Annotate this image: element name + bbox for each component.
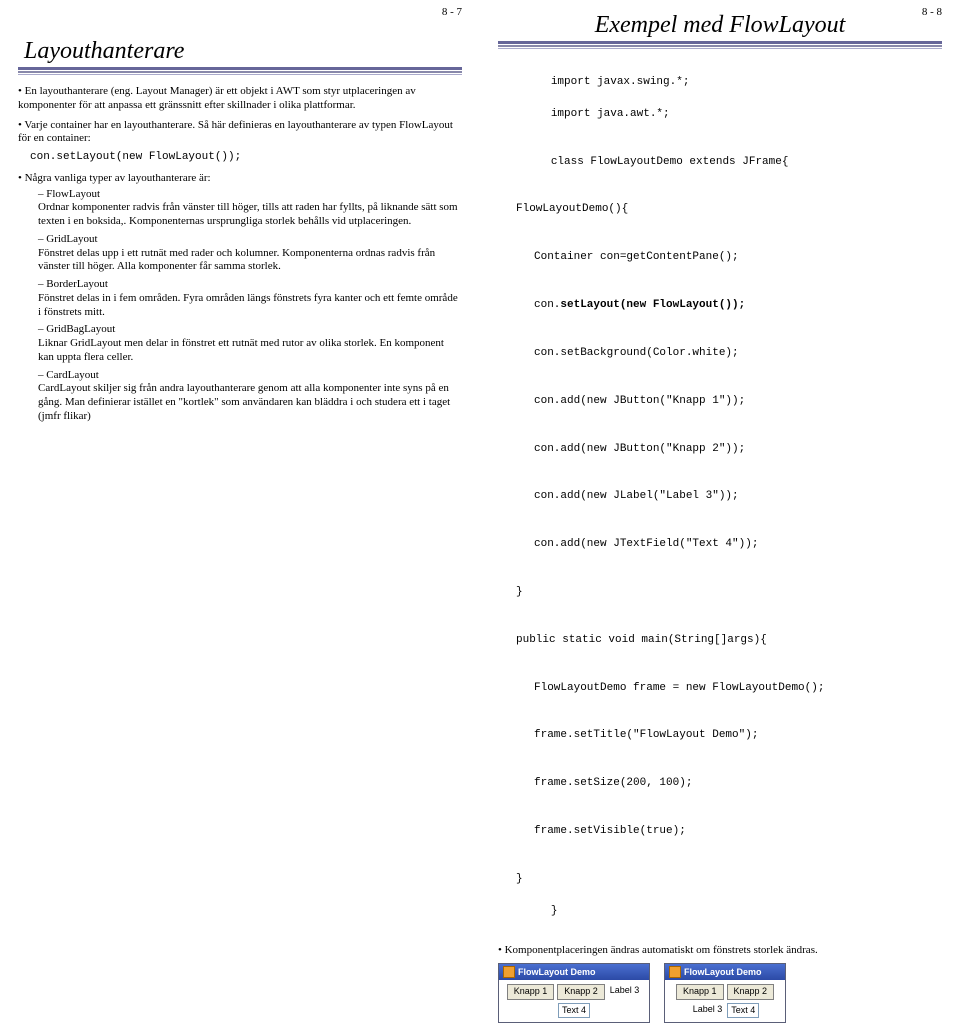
note-resize: Komponentplaceringen ändras automatiskt … — [498, 944, 942, 958]
slide-title: Layouthanterare — [18, 38, 462, 65]
item-flowlayout: FlowLayoutOrdnar komponenter radvis från… — [38, 188, 462, 229]
java-icon — [669, 966, 681, 978]
code-line: frame.setTitle("FlowLayout Demo"); — [498, 728, 942, 744]
code-line: Container con=getContentPane(); — [498, 250, 942, 266]
demo-button-2[interactable]: Knapp 2 — [557, 984, 605, 999]
code-line: } — [498, 585, 942, 601]
container-paragraph: Varje container har en layouthanterare. … — [18, 119, 462, 166]
window-titlebar: FlowLayout Demo — [499, 964, 649, 980]
title-underline — [18, 67, 462, 75]
slide-layouthanterare: 8 - 7 Layouthanterare En layouthanterare… — [0, 0, 480, 677]
demo-label-3: Label 3 — [691, 1003, 725, 1018]
code-line: FlowLayoutDemo frame = new FlowLayoutDem… — [498, 681, 942, 697]
item-gridlayout: GridLayoutFönstret delas upp i ett rutnä… — [38, 233, 462, 274]
code-line: public static void main(String[]args){ — [498, 633, 942, 649]
page-number: 8 - 7 — [442, 6, 462, 18]
code-line: con.setLayout(new FlowLayout()); — [498, 298, 942, 314]
window-titlebar: FlowLayout Demo — [665, 964, 785, 980]
slide-title: Exempel med FlowLayout — [498, 12, 942, 39]
demo-button-1[interactable]: Knapp 1 — [507, 984, 555, 999]
item-cardlayout: CardLayoutCardLayout skiljer sig från an… — [38, 369, 462, 424]
code-line: frame.setVisible(true); — [498, 824, 942, 840]
title-underline — [498, 41, 942, 49]
intro-paragraph: En layouthanterare (eng. Layout Manager)… — [18, 85, 462, 113]
item-gridbaglayout: GridBagLayoutLiknar GridLayout men delar… — [38, 323, 462, 364]
code-line: FlowLayoutDemo(){ — [498, 202, 942, 218]
demo-button-2[interactable]: Knapp 2 — [727, 984, 775, 999]
code-line: class FlowLayoutDemo extends JFrame{ — [551, 156, 789, 168]
code-line: con.add(new JLabel("Label 3")); — [498, 489, 942, 505]
demo-screenshots: FlowLayout Demo Knapp 1 Knapp 2 Label 3 … — [498, 963, 942, 1023]
item-borderlayout: BorderLayoutFönstret delas in i fem områ… — [38, 278, 462, 319]
code-block: import javax.swing.*; import java.awt.*;… — [498, 59, 942, 936]
java-icon — [503, 966, 515, 978]
demo-button-1[interactable]: Knapp 1 — [676, 984, 724, 999]
slide-flowlayout-example: 8 - 8 Exempel med FlowLayout import java… — [480, 0, 960, 677]
code-line: con.add(new JButton("Knapp 2")); — [498, 442, 942, 458]
demo-textfield-4[interactable]: Text 4 — [727, 1003, 759, 1018]
code-line: con.add(new JButton("Knapp 1")); — [498, 394, 942, 410]
code-line: frame.setSize(200, 100); — [498, 776, 942, 792]
code-setlayout: con.setLayout(new FlowLayout()); — [30, 150, 462, 166]
demo-textfield-4[interactable]: Text 4 — [558, 1003, 590, 1018]
types-intro: Några vanliga typer av layouthanterare ä… — [18, 172, 462, 424]
code-line: import javax.swing.*; — [551, 76, 690, 88]
demo-window-wide: FlowLayout Demo Knapp 1 Knapp 2 Label 3 … — [498, 963, 650, 1023]
code-line: con.setBackground(Color.white); — [498, 346, 942, 362]
page-number: 8 - 8 — [922, 6, 942, 18]
demo-label-3: Label 3 — [608, 984, 642, 999]
code-line: } — [498, 872, 942, 888]
code-line: import java.awt.*; — [551, 108, 670, 120]
demo-window-narrow: FlowLayout Demo Knapp 1 Knapp 2 Label 3 … — [664, 963, 786, 1023]
code-line: con.add(new JTextField("Text 4")); — [498, 537, 942, 553]
code-line: } — [551, 905, 558, 917]
